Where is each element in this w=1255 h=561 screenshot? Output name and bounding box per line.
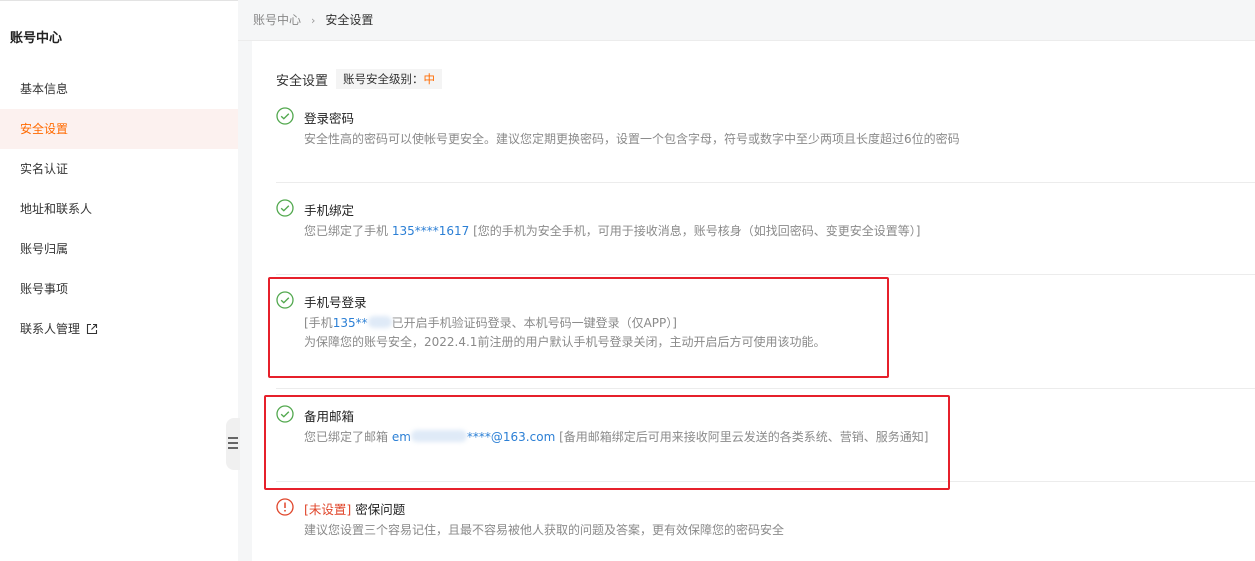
setting-security-question: [未设置] 密保问题 建议您设置三个容易记住，且最不容易被他人获取的问题及答案，… bbox=[276, 498, 1255, 548]
setting-description: 安全性高的密码可以使帐号更安全。建议您定期更换密码，设置一个包含字母，符号或数字… bbox=[304, 132, 960, 146]
sidebar: 账号中心 基本信息 安全设置 实名认证 地址和联系人 账号归属 账号事项 联系人… bbox=[0, 1, 238, 561]
exclamation-circle-icon bbox=[276, 498, 294, 516]
sidebar-item-basic-info[interactable]: 基本信息 bbox=[0, 69, 238, 109]
setting-login-password: 登录密码 安全性高的密码可以使帐号更安全。建议您定期更换密码，设置一个包含字母，… bbox=[276, 107, 1255, 157]
desc-suffix: [您的手机为安全手机，可用于接收消息，账号核身（如找回密码、变更安全设置等）] bbox=[469, 224, 921, 238]
check-circle-icon bbox=[276, 199, 294, 217]
page-title: 安全设置 bbox=[276, 73, 329, 89]
menu-collapse-icon bbox=[228, 436, 238, 453]
status-badge[interactable]: [未设置] bbox=[304, 502, 351, 517]
sidebar-item-label: 联系人管理 bbox=[20, 322, 81, 336]
sidebar-item-address-contacts[interactable]: 地址和联系人 bbox=[0, 189, 238, 229]
external-link-icon bbox=[86, 311, 98, 351]
breadcrumb: 账号中心 › 安全设置 bbox=[238, 0, 1255, 41]
breadcrumb-root[interactable]: 账号中心 bbox=[253, 13, 301, 27]
breadcrumb-separator: › bbox=[311, 14, 316, 27]
panel-header: 安全设置 账号安全级别：中 bbox=[276, 69, 443, 89]
check-circle-icon bbox=[276, 107, 294, 125]
breadcrumb-current: 安全设置 bbox=[325, 13, 374, 27]
sidebar-item-account-matters[interactable]: 账号事项 bbox=[0, 269, 238, 309]
setting-title: [未设置] 密保问题 bbox=[304, 499, 405, 518]
highlight-box-phone-login bbox=[268, 277, 889, 378]
setting-title: 登录密码 bbox=[304, 111, 355, 126]
setting-title-text: 密保问题 bbox=[355, 502, 406, 517]
security-level-label: 账号安全级别： bbox=[343, 72, 424, 86]
setting-phone-binding: 手机绑定 您已绑定了手机 135****1617 [您的手机为安全手机，可用于接… bbox=[276, 199, 1255, 249]
sidebar-item-contact-management[interactable]: 联系人管理 bbox=[0, 309, 238, 349]
desc-prefix: 您已绑定了手机 bbox=[304, 224, 392, 238]
sidebar-collapse-handle[interactable] bbox=[226, 418, 240, 470]
security-level-badge: 账号安全级别：中 bbox=[336, 69, 443, 89]
sidebar-item-account-ownership[interactable]: 账号归属 bbox=[0, 229, 238, 269]
setting-description: 您已绑定了手机 135****1617 [您的手机为安全手机，可用于接收消息，账… bbox=[304, 222, 920, 239]
sidebar-nav: 基本信息 安全设置 实名认证 地址和联系人 账号归属 账号事项 联系人管理 bbox=[0, 69, 238, 349]
divider bbox=[276, 274, 1255, 275]
sidebar-item-real-name-auth[interactable]: 实名认证 bbox=[0, 149, 238, 189]
divider bbox=[276, 388, 1255, 389]
setting-description: 建议您设置三个容易记住，且最不容易被他人获取的问题及答案，更有效保障您的密码安全 bbox=[304, 523, 785, 537]
highlight-box-backup-email bbox=[264, 395, 950, 490]
sidebar-item-security-settings[interactable]: 安全设置 bbox=[0, 109, 238, 149]
security-level-value: 中 bbox=[423, 72, 436, 86]
sidebar-title: 账号中心 bbox=[10, 31, 63, 46]
divider bbox=[276, 182, 1255, 183]
bound-phone-number: 135****1617 bbox=[391, 224, 470, 238]
setting-title: 手机绑定 bbox=[304, 203, 355, 218]
